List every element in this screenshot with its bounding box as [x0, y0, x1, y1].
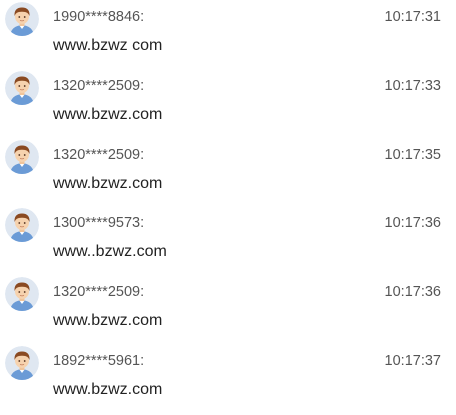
message-time: 10:17:35: [384, 147, 441, 163]
chat-message: 1892****5961: 10:17:37 www.bzwz.com: [0, 346, 456, 415]
user-avatar-icon[interactable]: [5, 71, 39, 105]
sender-id: 1320****2509:: [53, 147, 145, 163]
message-text: www.bzwz.com: [53, 106, 163, 123]
message-text: www.bzwz.com: [53, 175, 163, 192]
user-avatar-icon[interactable]: [5, 140, 39, 174]
message-text: www.bzwz com: [53, 37, 163, 54]
message-text: www..bzwz.com: [53, 243, 167, 260]
sender-id: 1892****5961:: [53, 353, 145, 369]
user-avatar-icon[interactable]: [5, 277, 39, 311]
chat-message-list: 1990****8846: 10:17:31 www.bzwz com 1320…: [0, 0, 456, 407]
chat-message: 1320****2509: 10:17:35 www.bzwz.com: [0, 140, 456, 209]
message-time: 10:17:36: [384, 284, 441, 300]
chat-message: 1990****8846: 10:17:31 www.bzwz com: [0, 2, 456, 71]
user-avatar-icon[interactable]: [5, 208, 39, 242]
message-text: www.bzwz.com: [53, 381, 163, 398]
message-time: 10:17:33: [384, 78, 441, 94]
user-avatar-icon[interactable]: [5, 346, 39, 380]
message-time: 10:17:37: [384, 353, 441, 369]
sender-id: 1320****2509:: [53, 284, 145, 300]
chat-message: 1320****2509: 10:17:36 www.bzwz.com: [0, 277, 456, 346]
sender-id: 1320****2509:: [53, 78, 145, 94]
sender-id: 1300****9573:: [53, 215, 145, 231]
sender-id: 1990****8846:: [53, 9, 145, 25]
message-time: 10:17:31: [384, 9, 441, 25]
chat-message: 1320****2509: 10:17:33 www.bzwz.com: [0, 71, 456, 140]
message-time: 10:17:36: [384, 215, 441, 231]
chat-message: 1300****9573: 10:17:36 www..bzwz.com: [0, 208, 456, 277]
user-avatar-icon[interactable]: [5, 2, 39, 36]
message-text: www.bzwz.com: [53, 312, 163, 329]
